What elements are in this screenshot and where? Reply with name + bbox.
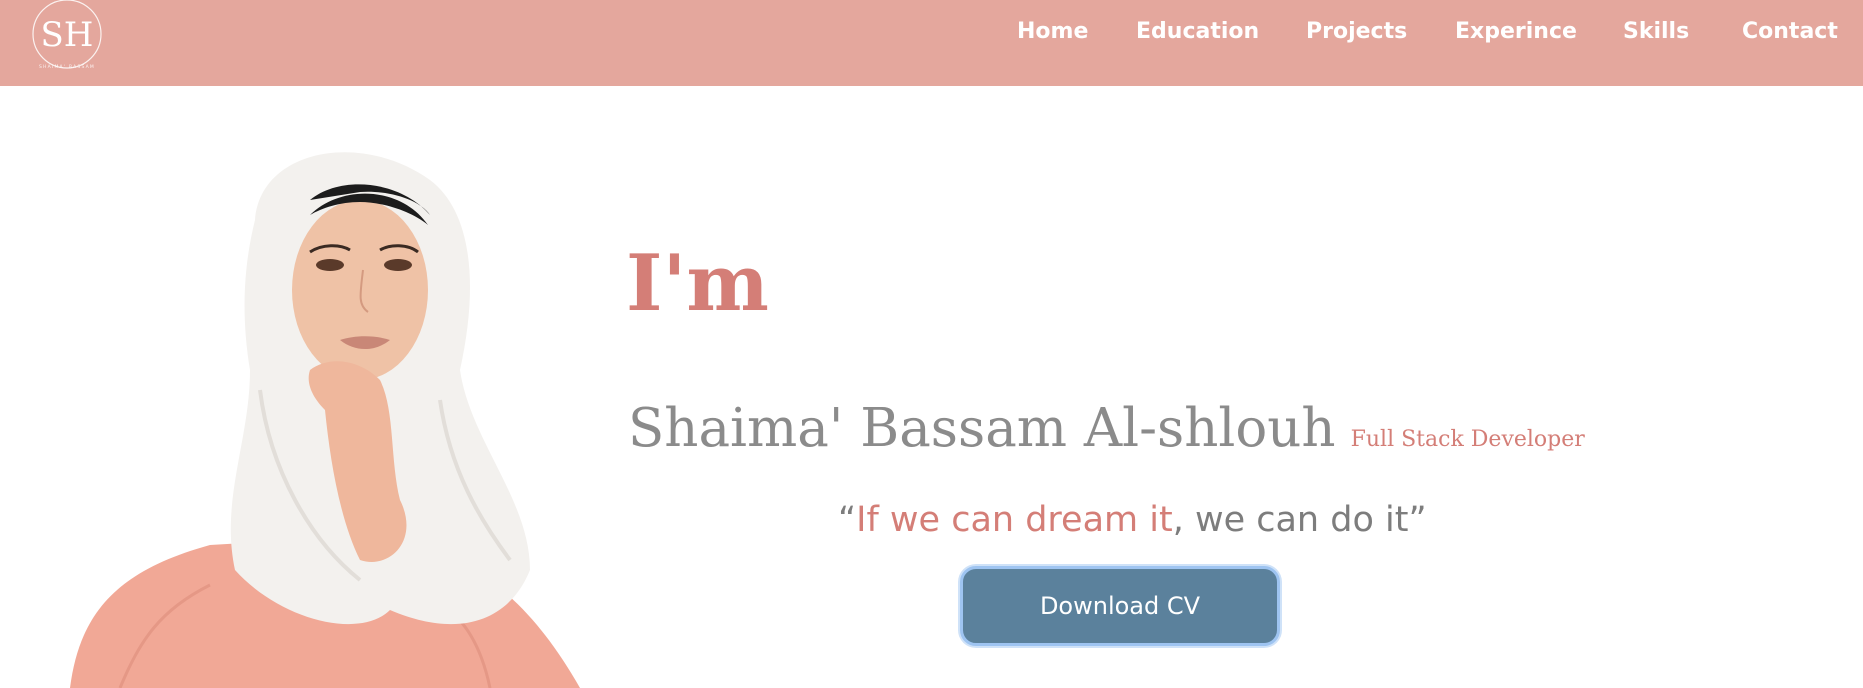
nav-skills-link[interactable]: Skills bbox=[1623, 19, 1689, 44]
quote-close-mark: ” bbox=[1408, 500, 1427, 540]
top-navbar: SH SHAIMA' BASSAM Home Education Project… bbox=[0, 0, 1863, 86]
hero-name-line: Shaima' Bassam Al-shlouh Full Stack Deve… bbox=[628, 398, 1585, 459]
nav-home-link[interactable]: Home bbox=[1017, 19, 1088, 44]
portrait-image bbox=[70, 152, 580, 688]
download-cv-button[interactable]: Download CV bbox=[960, 566, 1280, 646]
hero-role: Full Stack Developer bbox=[1350, 427, 1585, 452]
quote-open-mark: “ bbox=[838, 500, 857, 540]
nav-education-link[interactable]: Education bbox=[1136, 19, 1259, 44]
hero-name: Shaima' Bassam Al-shlouh bbox=[628, 398, 1336, 459]
hero-quote: “If we can dream it, we can do it” bbox=[838, 500, 1427, 540]
hero-greeting: I'm bbox=[626, 238, 769, 329]
nav-projects-link[interactable]: Projects bbox=[1306, 19, 1407, 44]
nav-links: Home Education Projects Experince Skills… bbox=[0, 0, 1863, 68]
nav-experince-link[interactable]: Experince bbox=[1455, 19, 1577, 44]
quote-accent: If we can dream it bbox=[856, 500, 1173, 540]
nav-contact-link[interactable]: Contact bbox=[1742, 19, 1838, 44]
quote-rest: , we can do it bbox=[1172, 500, 1409, 540]
